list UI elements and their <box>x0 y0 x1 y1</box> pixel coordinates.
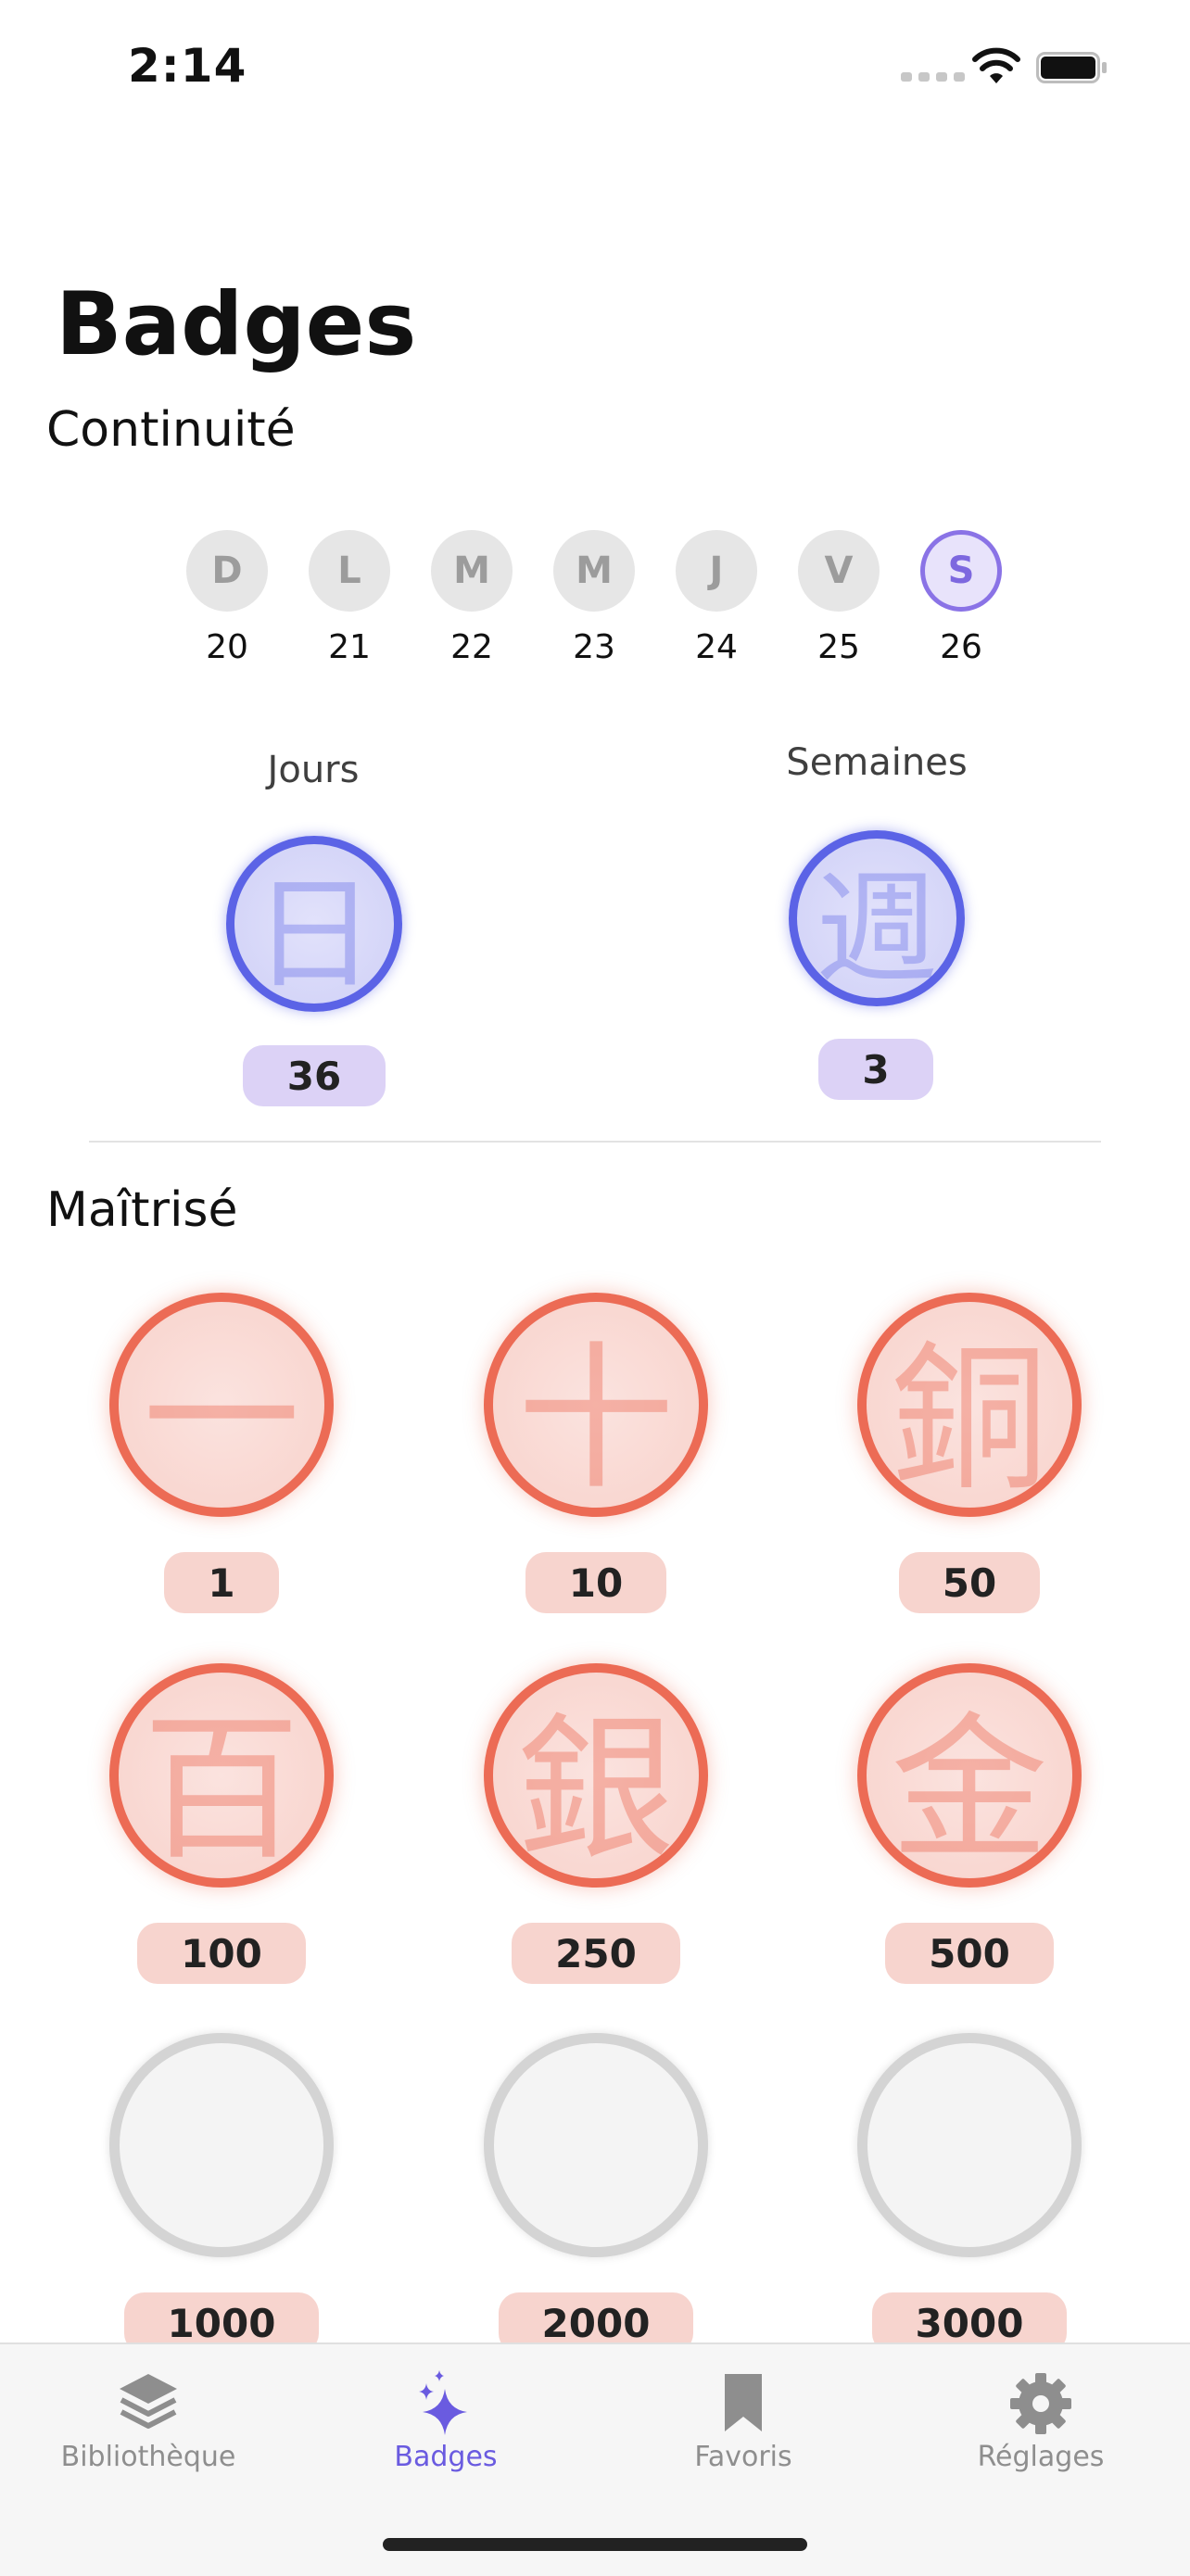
days-streak-count: 36 <box>243 1045 386 1106</box>
tab-label: Bibliothèque <box>60 2441 236 2473</box>
days-streak-label: Jours <box>267 749 360 791</box>
badge-glyph: 百 <box>142 1698 300 1882</box>
day-circle: L <box>309 530 390 612</box>
day-number: 20 <box>206 628 248 666</box>
section-divider <box>89 1141 1101 1143</box>
day-23: M 23 <box>553 530 635 666</box>
cellular-signal-icon <box>901 72 965 82</box>
mastered-badge[interactable]: 百 <box>109 1663 334 1888</box>
badge-count: 10 <box>525 1552 666 1613</box>
day-number: 25 <box>817 628 860 666</box>
day-circle: S <box>920 530 1002 612</box>
day-24: J 24 <box>676 530 757 666</box>
battery-icon <box>1036 52 1107 83</box>
locked-badge[interactable] <box>109 2033 334 2257</box>
badge-count: 500 <box>885 1923 1054 1984</box>
layers-icon <box>120 2374 177 2429</box>
page-title: Badges <box>56 274 417 375</box>
home-indicator <box>383 2538 807 2551</box>
day-circle: J <box>676 530 757 612</box>
day-circle: M <box>431 530 513 612</box>
weeks-streak-count: 3 <box>818 1039 933 1100</box>
mastered-badge[interactable]: 十 <box>484 1293 708 1517</box>
badge-count: 250 <box>512 1923 680 1984</box>
weeks-streak-badge[interactable]: 週 <box>789 830 965 1006</box>
badge-count: 100 <box>137 1923 306 1984</box>
badge-count: 50 <box>899 1552 1040 1613</box>
day-20: D 20 <box>186 530 268 666</box>
locked-badge[interactable] <box>484 2033 708 2257</box>
mastered-badge[interactable]: 一 <box>109 1293 334 1517</box>
day-22: M 22 <box>431 530 513 666</box>
day-number: 21 <box>328 628 371 666</box>
weeks-streak-label: Semaines <box>786 741 968 784</box>
mastered-badge[interactable]: 銀 <box>484 1663 708 1888</box>
day-26: S 26 <box>920 530 1002 666</box>
badge-glyph: 金 <box>890 1698 1048 1882</box>
tab-label: Réglages <box>977 2441 1105 2473</box>
gear-icon <box>1010 2373 1071 2434</box>
day-circle: D <box>186 530 268 612</box>
tab-label: Favoris <box>694 2441 792 2473</box>
continuity-heading: Continuité <box>46 402 296 458</box>
tab-badges[interactable]: Badges <box>316 2368 576 2473</box>
badge-glyph: 銅 <box>890 1328 1048 1511</box>
mastered-badge[interactable]: 金 <box>857 1663 1082 1888</box>
tab-bibliotheque[interactable]: Bibliothèque <box>19 2368 278 2473</box>
badge-glyph: 銀 <box>516 1698 675 1882</box>
day-circle: M <box>553 530 635 612</box>
mastered-heading: Maîtrisé <box>46 1182 238 1238</box>
bookmark-icon <box>725 2374 762 2431</box>
tab-reglages[interactable]: Réglages <box>911 2368 1171 2473</box>
sparkles-icon <box>419 2370 467 2435</box>
locked-badge[interactable] <box>857 2033 1082 2257</box>
day-21: L 21 <box>309 530 390 666</box>
days-streak-glyph: 日 <box>253 863 375 1006</box>
mastered-badge[interactable]: 銅 <box>857 1293 1082 1517</box>
day-number: 26 <box>940 628 982 666</box>
day-number: 24 <box>695 628 738 666</box>
tab-favoris[interactable]: Favoris <box>614 2368 873 2473</box>
day-25: V 25 <box>798 530 880 666</box>
day-number: 23 <box>573 628 615 666</box>
wifi-icon <box>972 47 1020 83</box>
day-number: 22 <box>450 628 493 666</box>
tab-label: Badges <box>394 2441 498 2473</box>
status-time: 2:14 <box>128 39 247 93</box>
badge-glyph: 十 <box>516 1328 675 1511</box>
day-circle: V <box>798 530 880 612</box>
weeks-streak-glyph: 週 <box>816 857 938 1001</box>
badge-glyph: 一 <box>142 1328 300 1511</box>
days-streak-badge[interactable]: 日 <box>226 836 402 1012</box>
badge-count: 1 <box>164 1552 279 1613</box>
